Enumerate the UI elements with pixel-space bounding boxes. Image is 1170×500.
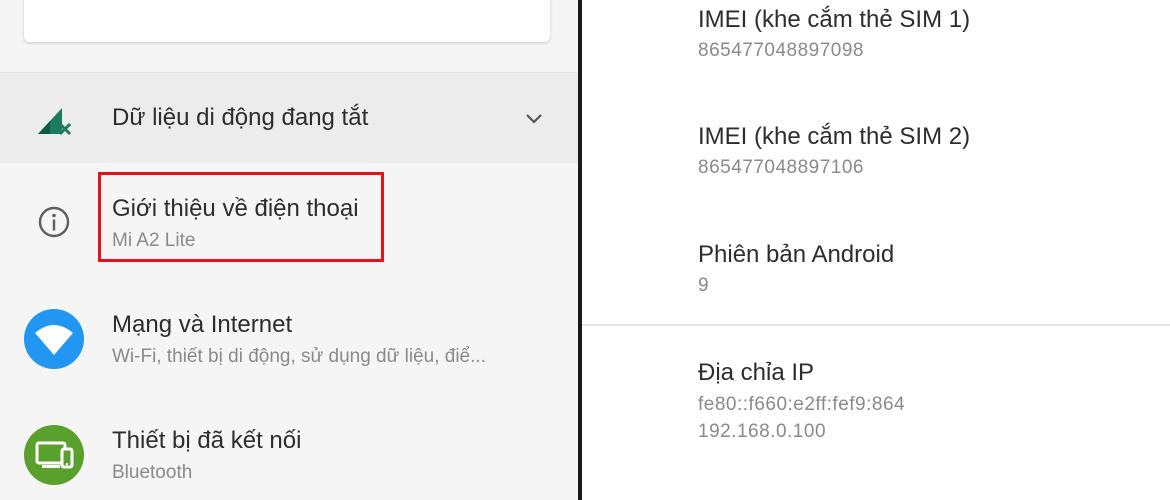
info-icon: [38, 206, 70, 238]
mobile-data-off-icon: [38, 108, 72, 136]
divider: [582, 324, 1170, 326]
search-card[interactable]: [24, 0, 550, 42]
connected-devices-subtitle: Bluetooth: [112, 462, 193, 483]
network-subtitle: Wi-Fi, thiết bị di động, sử dụng dữ liệu…: [112, 346, 486, 367]
imei2-value: 865477048897106: [698, 157, 865, 178]
network-title[interactable]: Mạng và Internet: [112, 311, 292, 339]
mobile-data-label: Dữ liệu di động đang tắt: [112, 104, 369, 131]
wifi-icon: [24, 309, 84, 369]
settings-panel: Dữ liệu di động đang tắt Giới thiệu về đ…: [0, 0, 578, 500]
android-version-value: 9: [698, 275, 710, 296]
imei2-title: IMEI (khe cắm thẻ SIM 2): [698, 123, 971, 150]
ip-address-title: Địa chỉa IP: [698, 359, 815, 386]
phone-info-panel: IMEI (khe cắm thẻ SIM 1) 865477048897098…: [582, 0, 1170, 500]
ip-address-value-2: 192.168.0.100: [698, 421, 827, 442]
chevron-down-icon[interactable]: [521, 106, 547, 132]
highlight-box: [98, 172, 384, 262]
imei1-title: IMEI (khe cắm thẻ SIM 1): [698, 6, 971, 33]
ip-address-value-1: fe80::f660:e2ff:fef9:864: [698, 394, 906, 415]
connected-devices-icon: [24, 425, 84, 485]
android-version-title: Phiên bản Android: [698, 241, 895, 268]
connected-devices-title[interactable]: Thiết bị đã kết nối: [112, 427, 301, 455]
imei1-value: 865477048897098: [698, 40, 865, 61]
